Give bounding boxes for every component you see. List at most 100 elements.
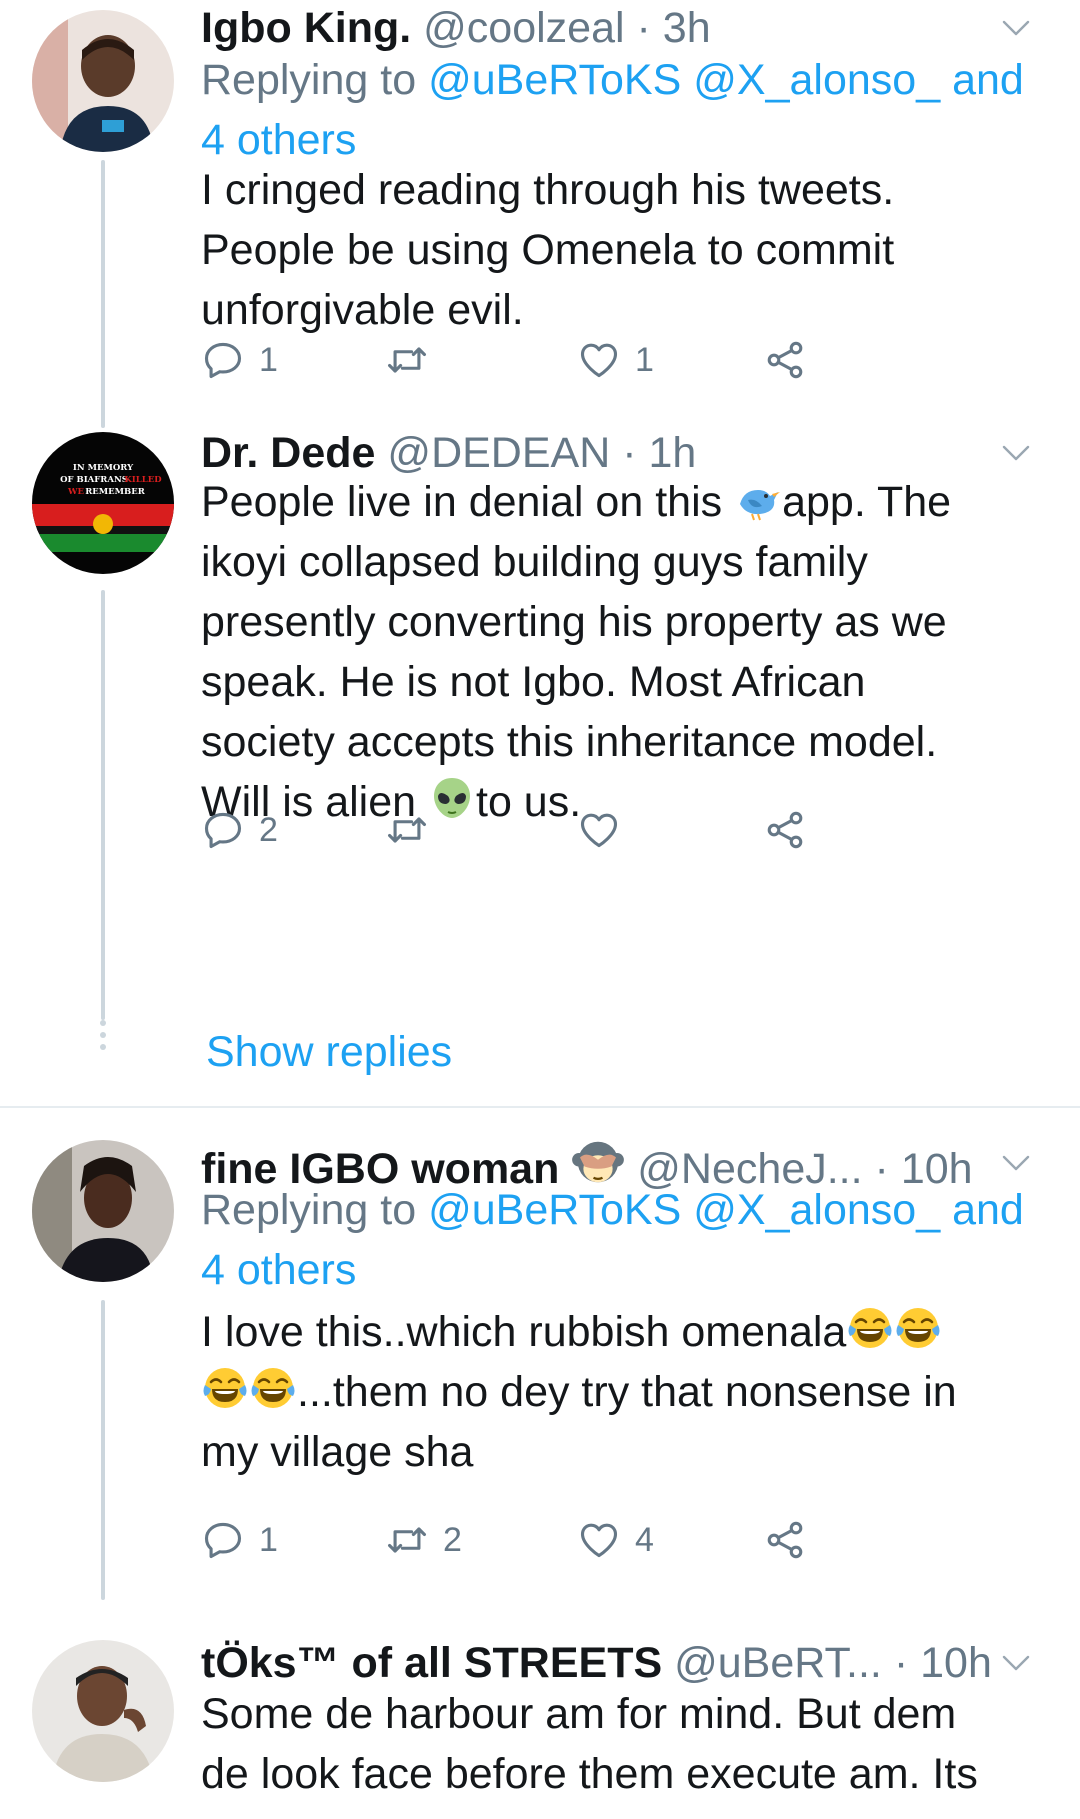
timestamp[interactable]: 3h xyxy=(663,4,711,52)
tweet-header: Igbo King. @coolzeal · 3h xyxy=(201,0,1050,56)
avatar-text: OF BIAFRANS xyxy=(60,475,128,485)
share-icon xyxy=(763,1518,807,1562)
tweet-text: Some de harbour am for mind. But dem de … xyxy=(201,1684,1040,1804)
divider xyxy=(0,1106,1080,1108)
laughing-emoji-icon xyxy=(894,1304,942,1352)
retweet-button[interactable] xyxy=(385,332,443,388)
laughing-emoji-icon xyxy=(846,1304,894,1352)
like-button[interactable] xyxy=(577,802,635,858)
tweet-3[interactable]: fine IGBO woman @NecheJ... · 10h Replyin… xyxy=(0,1130,1080,1610)
user-handle[interactable]: @uBeRT... xyxy=(674,1639,882,1687)
laughing-emoji-icon xyxy=(201,1364,249,1412)
share-icon xyxy=(763,808,807,852)
share-button[interactable] xyxy=(763,332,807,388)
and-label[interactable]: and xyxy=(940,1186,1024,1234)
action-bar: 2 xyxy=(201,802,921,858)
user-handle[interactable]: @DEDEAN xyxy=(387,429,610,477)
retweet-icon xyxy=(385,1518,429,1562)
avatar-text: REMEMBER xyxy=(85,487,146,497)
avatar-text: KILLED xyxy=(124,475,162,485)
tweet-1[interactable]: Igbo King. @coolzeal · 3h Replying to @u… xyxy=(0,0,1080,428)
text-line: ...them no dey try that nonsense in xyxy=(201,1362,1040,1422)
text-line: I cringed reading through his tweets. xyxy=(201,166,895,214)
separator-dot: · xyxy=(636,4,651,52)
text-line: my village sha xyxy=(201,1428,474,1476)
thread-line xyxy=(101,160,105,428)
text-line: Some de harbour am for mind. But dem xyxy=(201,1690,957,1738)
replying-to: Replying to @uBeRToKS @X_alonso_ and 4 o… xyxy=(201,1180,1050,1300)
share-button[interactable] xyxy=(763,1512,807,1568)
like-count: 4 xyxy=(635,1520,654,1559)
chevron-down-icon[interactable] xyxy=(998,1145,1034,1181)
replying-to: Replying to @uBeRToKS @X_alonso_ and 4 o… xyxy=(201,50,1050,170)
retweet-button[interactable] xyxy=(385,802,443,858)
mention-link[interactable]: @uBeRToKS xyxy=(428,1186,681,1234)
thread-line xyxy=(101,590,105,1020)
avatar[interactable] xyxy=(32,10,174,152)
chevron-down-icon[interactable] xyxy=(998,1645,1034,1681)
like-button[interactable]: 4 xyxy=(577,1512,654,1568)
reply-icon xyxy=(201,338,245,382)
show-replies-link[interactable]: Show replies xyxy=(206,1024,452,1080)
avatar-text: WE xyxy=(67,487,85,497)
avatar[interactable] xyxy=(32,1640,174,1782)
like-button[interactable]: 1 xyxy=(577,332,654,388)
separator-dot: · xyxy=(893,1639,909,1687)
text-fragment: People live in denial on this xyxy=(201,478,735,526)
text-fragment: app. The xyxy=(782,478,952,526)
avatar[interactable] xyxy=(32,1140,174,1282)
tweet-header: tÖks™ of all STREETS @uBeRT... · 10h xyxy=(201,1635,1050,1691)
retweet-icon xyxy=(385,808,429,852)
tweet-4[interactable]: tÖks™ of all STREETS @uBeRT... · 10h Som… xyxy=(0,1630,1080,1819)
chevron-down-icon[interactable] xyxy=(998,10,1034,46)
mention-link[interactable]: @uBeRToKS xyxy=(428,56,681,104)
thread-line xyxy=(101,1300,105,1600)
chevron-down-icon[interactable] xyxy=(998,435,1034,471)
user-handle[interactable]: @coolzeal xyxy=(423,4,624,52)
text-line: society accepts this inheritance model. xyxy=(201,718,938,766)
display-name[interactable]: tÖks™ of all STREETS xyxy=(201,1639,662,1687)
text-fragment: I love this..which rubbish omenala xyxy=(201,1308,847,1356)
mention-link[interactable]: @X_alonso_ xyxy=(693,56,940,104)
tweet-text: I love this..which rubbish omenala ...th… xyxy=(201,1302,1040,1482)
heart-icon xyxy=(577,338,621,382)
reply-button[interactable]: 1 xyxy=(201,1512,278,1568)
tweet-2[interactable]: IN MEMORY OF BIAFRANS KILLED WE REMEMBER… xyxy=(0,420,1080,1100)
text-line: presently converting his property as we xyxy=(201,598,947,646)
replying-to-label: Replying to xyxy=(201,56,429,104)
others-link[interactable]: 4 others xyxy=(201,116,356,164)
reply-icon xyxy=(201,808,245,852)
text-line: People live in denial on this app. The xyxy=(201,472,1040,532)
text-line: People be using Omenela to commit xyxy=(201,226,895,274)
retweet-count: 2 xyxy=(443,1520,462,1559)
retweet-icon xyxy=(385,338,429,382)
timestamp[interactable]: 1h xyxy=(649,429,697,477)
text-line: unforgivable evil. xyxy=(201,286,524,334)
reply-count: 2 xyxy=(259,810,278,849)
action-bar: 1 2 4 xyxy=(201,1512,921,1568)
heart-icon xyxy=(577,1518,621,1562)
display-name[interactable]: Igbo King. xyxy=(201,4,411,52)
reply-button[interactable]: 1 xyxy=(201,332,278,388)
tweet-text: People live in denial on this app. The i… xyxy=(201,472,1040,832)
display-name[interactable]: Dr. Dede xyxy=(201,429,375,477)
avatar-text: IN MEMORY xyxy=(73,463,134,473)
share-button[interactable] xyxy=(763,802,807,858)
reply-count: 1 xyxy=(259,1520,278,1559)
text-line: de look face before them execute am. Its xyxy=(201,1750,978,1798)
retweet-button[interactable]: 2 xyxy=(385,1512,462,1568)
avatar[interactable]: IN MEMORY OF BIAFRANS KILLED WE REMEMBER xyxy=(32,432,174,574)
text-line: speak. He is not Igbo. Most African xyxy=(201,658,866,706)
timestamp[interactable]: 10h xyxy=(920,1639,992,1687)
and-label[interactable]: and xyxy=(940,56,1024,104)
mention-link[interactable]: @X_alonso_ xyxy=(693,1186,940,1234)
reply-button[interactable]: 2 xyxy=(201,802,278,858)
like-count: 1 xyxy=(635,340,654,379)
laughing-emoji-icon xyxy=(249,1364,297,1412)
text-line: ikoyi collapsed building guys family xyxy=(201,538,868,586)
others-link[interactable]: 4 others xyxy=(201,1246,356,1294)
separator-dot: · xyxy=(622,429,637,477)
thread-dots xyxy=(99,1020,107,1056)
heart-icon xyxy=(577,808,621,852)
share-icon xyxy=(763,338,807,382)
